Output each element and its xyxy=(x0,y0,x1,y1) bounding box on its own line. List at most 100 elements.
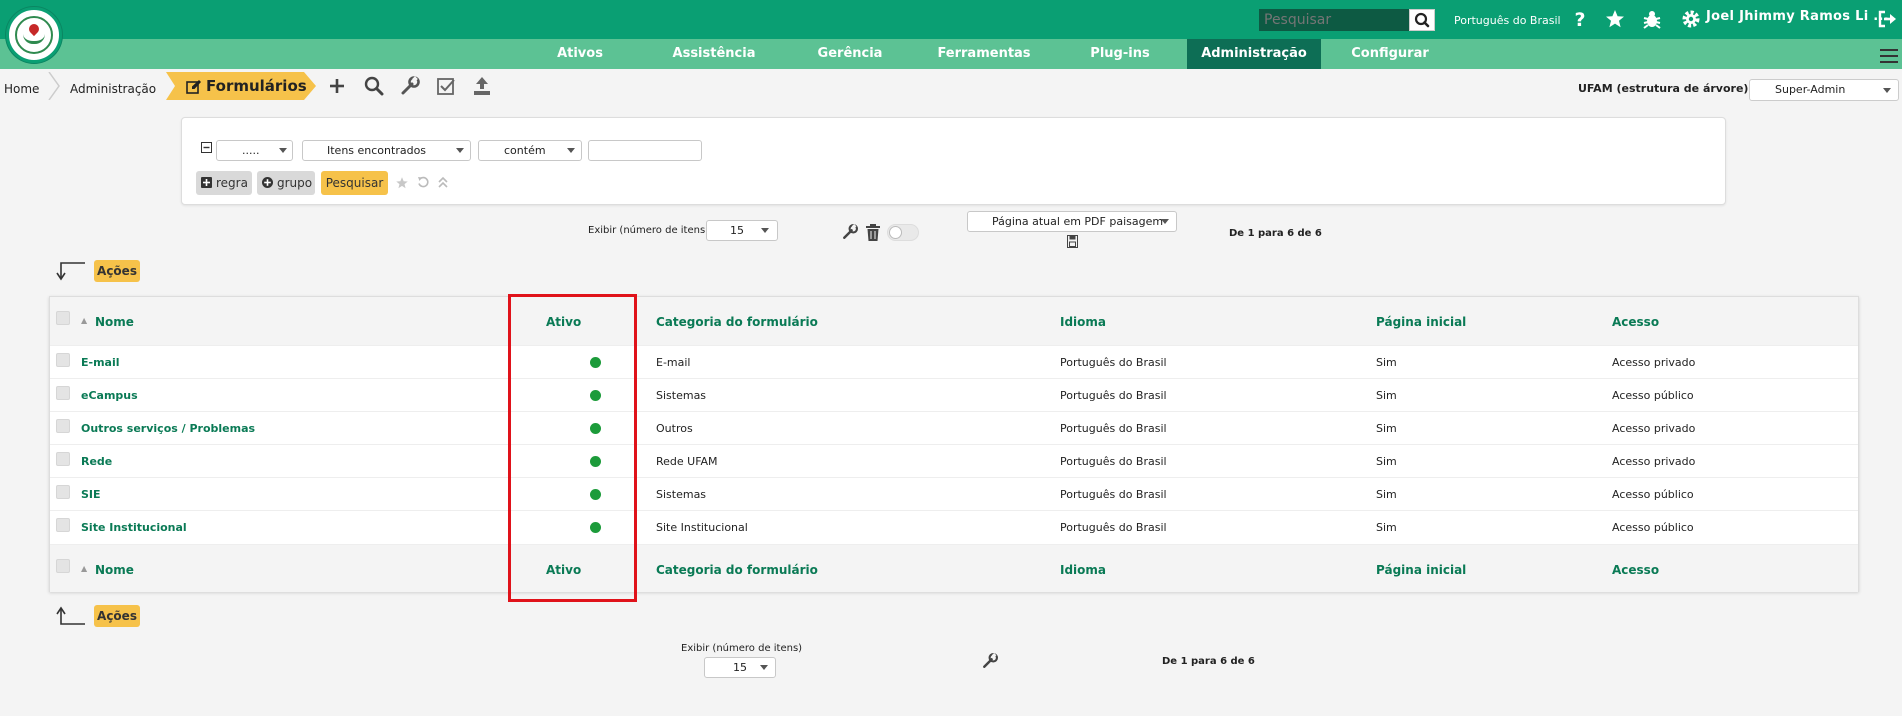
menu-item-gerencia[interactable]: Gerência xyxy=(804,39,896,69)
row-checkbox[interactable] xyxy=(56,386,70,400)
ativo-column-highlight xyxy=(508,294,637,602)
check-items-button[interactable] xyxy=(435,75,457,97)
select-all-checkbox[interactable] xyxy=(56,311,70,325)
add-group-button[interactable]: grupo xyxy=(257,171,315,195)
global-search-input[interactable] xyxy=(1259,9,1409,31)
criteria-value-input[interactable] xyxy=(588,140,702,161)
column-header-pagina-inicial[interactable]: Página inicial xyxy=(1376,315,1466,329)
plus-square-icon xyxy=(201,177,212,188)
column-footer-categoria[interactable]: Categoria do formulário xyxy=(656,563,818,577)
language-selector[interactable]: Português do Brasil xyxy=(1454,14,1561,27)
star-icon[interactable] xyxy=(395,176,409,190)
profile-select[interactable]: Super-Admin xyxy=(1749,79,1899,101)
table-row[interactable]: E-mail E-mail Português do Brasil Sim Acesso… xyxy=(50,345,1858,378)
hamburger-menu-icon[interactable] xyxy=(1880,49,1898,63)
column-header-categoria[interactable]: Categoria do formulário xyxy=(656,315,818,329)
row-name-link[interactable]: Outros serviços / Problemas xyxy=(81,422,255,435)
per-page-label-bottom: Exibir (número de itens) xyxy=(681,643,803,654)
main-menu: Ativos Assistência Gerência Ferramentas … xyxy=(0,39,1902,69)
debug-button[interactable] xyxy=(1641,8,1663,30)
app-logo[interactable] xyxy=(6,7,62,63)
table-row[interactable]: Site Institucional Site Institucional Port… xyxy=(50,510,1858,543)
row-language: Português do Brasil xyxy=(1060,488,1167,501)
breadcrumb-administracao[interactable]: Administração xyxy=(70,77,156,101)
pager-count-top: De 1 para 6 de 6 xyxy=(1229,228,1322,239)
breadcrumb-current[interactable]: Formulários xyxy=(206,77,307,95)
export-format-select[interactable]: Página atual em PDF paisagem xyxy=(967,211,1177,232)
import-button[interactable] xyxy=(471,75,493,97)
criteria-operator-select[interactable]: contém xyxy=(478,140,582,161)
breadcrumb-home[interactable]: Home xyxy=(4,77,39,101)
column-footer-acesso[interactable]: Acesso xyxy=(1612,563,1659,577)
column-header-acesso[interactable]: Acesso xyxy=(1612,315,1659,329)
logout-button[interactable] xyxy=(1876,8,1898,30)
actions-button-bottom[interactable]: Ações xyxy=(94,605,140,627)
row-homepage: Sim xyxy=(1376,389,1397,402)
search-icon xyxy=(364,76,384,96)
row-name-link[interactable]: Site Institucional xyxy=(81,521,187,534)
check-square-icon xyxy=(437,78,455,95)
current-entity-label[interactable]: UFAM (estrutura de árvore) xyxy=(1578,82,1748,95)
menu-item-assistencia[interactable]: Assistência xyxy=(664,39,764,69)
tools-button[interactable] xyxy=(399,75,421,97)
row-checkbox[interactable] xyxy=(56,485,70,499)
menu-item-ferramentas[interactable]: Ferramentas xyxy=(927,39,1041,69)
menu-item-administracao[interactable]: Administração xyxy=(1187,39,1321,69)
criteria-type-select[interactable]: Itens encontrados xyxy=(302,140,471,161)
add-button[interactable] xyxy=(326,75,348,97)
favorites-button[interactable] xyxy=(1604,8,1626,30)
table-row[interactable]: eCampus Sistemas Português do Brasil Sim Ace… xyxy=(50,378,1858,411)
menu-item-plugins[interactable]: Plug-ins xyxy=(1077,39,1163,69)
toggle-knob xyxy=(889,226,902,239)
column-header-idioma[interactable]: Idioma xyxy=(1060,315,1106,329)
row-checkbox[interactable] xyxy=(56,518,70,532)
chevrons-up-icon[interactable] xyxy=(437,176,449,189)
logout-icon xyxy=(1878,10,1896,28)
search-toggle-button[interactable] xyxy=(363,75,385,97)
row-category: Sistemas xyxy=(656,389,707,402)
row-homepage: Sim xyxy=(1376,455,1397,468)
table-row[interactable]: Rede Rede UFAM Português do Brasil Sim Acess… xyxy=(50,444,1858,477)
column-footer-idioma[interactable]: Idioma xyxy=(1060,563,1106,577)
per-page-label: Exibir (número de itens) xyxy=(588,225,710,236)
row-category: Sistemas xyxy=(656,488,707,501)
wrench-icon[interactable] xyxy=(841,223,859,241)
user-menu[interactable]: Joel Jhimmy Ramos Li ... xyxy=(1706,9,1889,24)
wrench-icon[interactable] xyxy=(981,652,999,670)
column-footer-nome[interactable]: Nome xyxy=(95,563,134,577)
add-rule-button[interactable]: regra xyxy=(196,171,252,195)
row-access: Acesso privado xyxy=(1612,455,1696,468)
column-header-nome[interactable]: Nome xyxy=(95,315,134,329)
arrow-turn-down-icon xyxy=(56,262,85,281)
actions-button-top[interactable]: Ações xyxy=(94,260,140,282)
row-checkbox[interactable] xyxy=(56,353,70,367)
chevron-down-icon xyxy=(761,228,769,233)
criteria-field-select[interactable]: ..... xyxy=(216,140,293,161)
per-page-select[interactable]: 15 xyxy=(706,220,778,241)
column-footer-pagina-inicial[interactable]: Página inicial xyxy=(1376,563,1466,577)
search-button[interactable] xyxy=(1409,9,1435,31)
reset-icon[interactable] xyxy=(417,176,430,189)
row-checkbox[interactable] xyxy=(56,452,70,466)
trash-icon[interactable] xyxy=(865,224,881,241)
row-name-link[interactable]: E-mail xyxy=(81,356,120,369)
row-name-link[interactable]: eCampus xyxy=(81,389,138,402)
row-name-link[interactable]: Rede xyxy=(81,455,112,468)
search-submit-button[interactable]: Pesquisar xyxy=(321,171,388,195)
chevron-down-icon xyxy=(760,665,768,670)
bug-icon xyxy=(1643,11,1661,29)
settings-button[interactable] xyxy=(1680,8,1702,30)
menu-item-configurar[interactable]: Configurar xyxy=(1336,39,1444,69)
row-name-link[interactable]: SIE xyxy=(81,488,101,501)
table-row[interactable]: Outros serviços / Problemas Outros Portugu… xyxy=(50,411,1858,444)
per-page-select-bottom[interactable]: 15 xyxy=(704,657,776,678)
menu-item-ativos[interactable]: Ativos xyxy=(535,39,625,69)
row-homepage: Sim xyxy=(1376,521,1397,534)
table-row[interactable]: SIE Sistemas Português do Brasil Sim Acesso … xyxy=(50,477,1858,510)
select-all-checkbox-footer[interactable] xyxy=(56,559,70,573)
help-button[interactable]: ? xyxy=(1569,8,1591,30)
row-checkbox[interactable] xyxy=(56,419,70,433)
export-save-icon[interactable] xyxy=(1067,235,1078,248)
collapse-square-icon[interactable] xyxy=(201,142,212,153)
toggle-switch[interactable] xyxy=(887,224,919,241)
